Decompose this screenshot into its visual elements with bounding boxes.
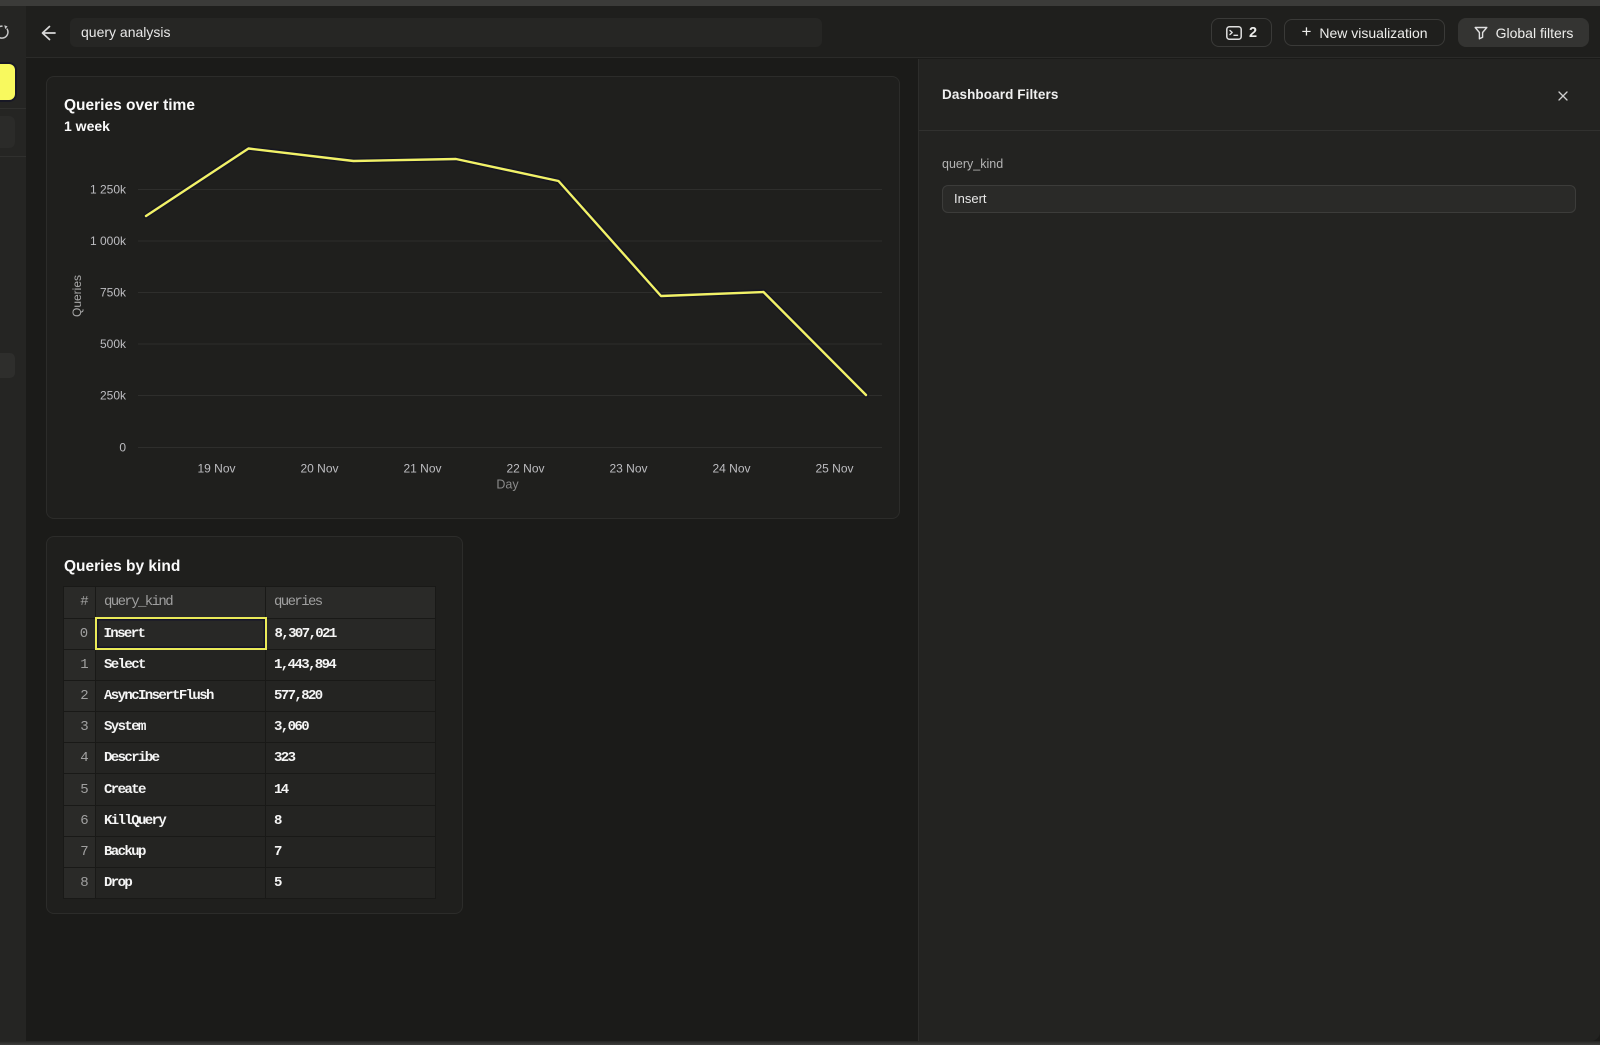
svg-text:Day: Day bbox=[496, 478, 519, 492]
svg-text:24 Nov: 24 Nov bbox=[712, 462, 750, 476]
svg-text:250k: 250k bbox=[100, 389, 127, 403]
svg-text:750k: 750k bbox=[100, 286, 127, 300]
svg-text:22 Nov: 22 Nov bbox=[506, 462, 544, 476]
svg-text:1 250k: 1 250k bbox=[90, 183, 127, 197]
svg-text:23 Nov: 23 Nov bbox=[609, 462, 647, 476]
svg-text:25 Nov: 25 Nov bbox=[815, 462, 853, 476]
svg-text:19 Nov: 19 Nov bbox=[197, 462, 235, 476]
svg-text:21 Nov: 21 Nov bbox=[403, 462, 441, 476]
svg-text:20 Nov: 20 Nov bbox=[300, 462, 338, 476]
svg-text:1 000k: 1 000k bbox=[90, 234, 127, 248]
svg-text:500k: 500k bbox=[100, 337, 127, 351]
svg-text:0: 0 bbox=[119, 441, 126, 455]
svg-text:Queries: Queries bbox=[70, 275, 84, 317]
